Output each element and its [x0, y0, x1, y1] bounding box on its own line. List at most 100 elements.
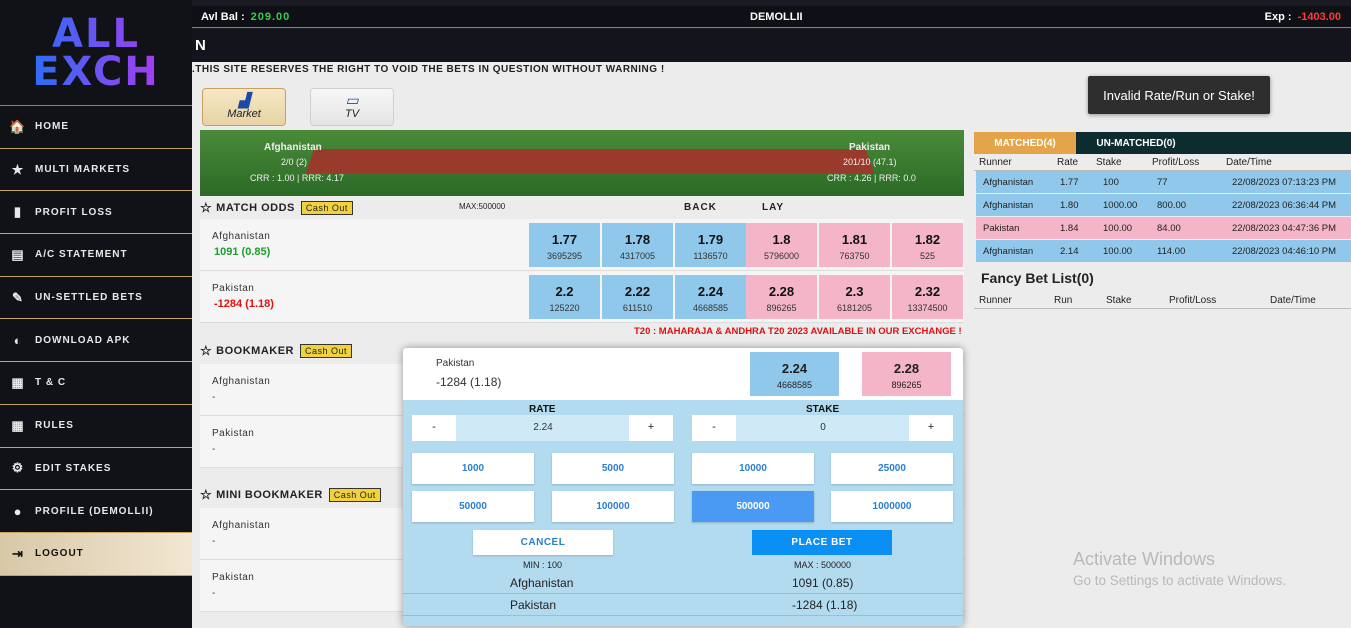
cashout-button[interactable]: Cash Out	[300, 201, 353, 215]
odd-size: 1136570	[693, 251, 728, 261]
slip-back-odd[interactable]: 2.24 4668585	[750, 352, 839, 396]
bet-rate: 1.84	[1060, 223, 1079, 234]
rate-plus-button[interactable]: +	[629, 415, 673, 441]
sidebar-item-profit-loss[interactable]: ▮ PROFIT LOSS	[0, 191, 192, 235]
tab-market[interactable]: ▟ Market	[202, 88, 286, 126]
odd-price: 1.81	[841, 232, 868, 247]
bet-rate: 1.77	[1060, 177, 1079, 188]
available-balance: Avl Bal : 209.00	[201, 11, 290, 23]
odd-price: 2.3	[845, 284, 864, 299]
tab-matched[interactable]: MATCHED(4)	[974, 132, 1076, 154]
bet-time: 22/08/2023 06:36:44 PM	[1232, 200, 1337, 211]
star-icon[interactable]: ☆	[200, 487, 212, 503]
tab-unmatched[interactable]: UN-MATCHED(0)	[1076, 132, 1196, 154]
cancel-button[interactable]: CANCEL	[473, 530, 613, 555]
stake-chip[interactable]: 50000	[412, 491, 534, 522]
team1-run-rate: CRR : 1.00 | RRR: 4.17	[250, 173, 344, 183]
place-bet-button[interactable]: PLACE BET	[752, 530, 892, 555]
rules-icon: ▦	[11, 417, 25, 433]
lay-odd-cell[interactable]: 1.82 525	[892, 223, 963, 267]
cashout-button[interactable]: Cash Out	[328, 488, 381, 502]
summary-row: Pakistan -1284 (1.18)	[403, 594, 963, 616]
bet-stake: 100.00	[1103, 223, 1133, 234]
bet-time: 22/08/2023 07:13:23 PM	[1232, 177, 1337, 188]
column-header: Date/Time	[1270, 295, 1316, 306]
sidebar-item-un-settled-bets[interactable]: ✎ UN-SETTLED BETS	[0, 277, 192, 320]
error-toast: Invalid Rate/Run or Stake!	[1088, 76, 1270, 114]
lay-odd-cell[interactable]: 1.8 5796000	[746, 223, 817, 267]
star-icon[interactable]: ☆	[200, 200, 212, 216]
stake-chip[interactable]: 100000	[552, 491, 674, 522]
rate-label: RATE	[529, 404, 556, 415]
summary-pl: 1091 (0.85)	[792, 576, 854, 590]
runner-name: Pakistan	[212, 572, 255, 583]
sidebar-item-logout[interactable]: ⇥ LOGOUT	[0, 532, 192, 576]
team1-name: Afghanistan	[264, 142, 322, 153]
stake-chip[interactable]: 25000	[831, 453, 953, 484]
back-label: BACK	[684, 202, 717, 213]
runner-name: Afghanistan	[212, 376, 271, 387]
odd-size: 125220	[549, 303, 580, 313]
bet-pl: 114.00	[1157, 246, 1186, 257]
rate-input[interactable]: 2.24	[457, 415, 629, 441]
lay-odd-cell[interactable]: 2.3 6181205	[819, 275, 890, 319]
odd-size: 5796000	[763, 251, 800, 261]
match-headline: N	[192, 29, 1351, 62]
sidebar-item-rules[interactable]: ▦ RULES	[0, 405, 192, 448]
stake-plus-button[interactable]: +	[909, 415, 953, 441]
stake-chip[interactable]: 10000	[692, 453, 814, 484]
back-odd-cell[interactable]: 2.24 4668585	[675, 275, 746, 319]
bet-stake: 100	[1103, 177, 1119, 188]
back-odd-cell[interactable]: 1.78 4317005	[602, 223, 673, 267]
slip-back-price: 2.24	[781, 361, 808, 376]
runner-profit-loss: -	[212, 536, 216, 547]
rate-minus-button[interactable]: -	[412, 415, 456, 441]
cashout-button[interactable]: Cash Out	[300, 344, 353, 358]
sidebar-item-multi-markets[interactable]: ★ MULTI MARKETS	[0, 149, 192, 192]
username[interactable]: DEMOLLII	[750, 11, 803, 23]
stake-chip[interactable]: 1000	[412, 453, 534, 484]
sidebar-item-label: MULTI MARKETS	[35, 164, 131, 176]
back-odd-cell[interactable]: 1.77 3695295	[529, 223, 600, 267]
sidebar-item-download-apk[interactable]: ◐ DOWNLOAD APK	[0, 319, 192, 363]
lay-odd-cell[interactable]: 1.81 763750	[819, 223, 890, 267]
sidebar-item-home[interactable]: 🏠 HOME	[0, 106, 192, 149]
team1-score: 2/0 (2)	[281, 157, 308, 167]
summary-row: Afghanistan 1091 (0.85)	[403, 572, 963, 594]
tab-tv[interactable]: ▭ TV	[310, 88, 394, 126]
back-odd-cell[interactable]: 2.2 125220	[529, 275, 600, 319]
sidebar-item-t-c[interactable]: ▦ T & C	[0, 362, 192, 405]
multi-markets-icon: ★	[11, 161, 25, 177]
runner-name: Afghanistan	[212, 520, 271, 531]
lay-odd-cell[interactable]: 2.28 896265	[746, 275, 817, 319]
mini-bookmaker-header: ☆ MINI BOOKMAKER Cash Out	[200, 484, 381, 506]
sidebar-item-a-c-statement[interactable]: ▤ A/C STATEMENT	[0, 234, 192, 277]
stake-chip[interactable]: 500000	[692, 491, 814, 522]
stake-input[interactable]: 0	[737, 415, 909, 441]
tab-tv-label: TV	[344, 108, 360, 120]
back-odd-cell[interactable]: 2.22 611510	[602, 275, 673, 319]
slip-lay-odd[interactable]: 2.28 896265	[862, 352, 951, 396]
team2-score: 201/10 (47.1)	[843, 157, 897, 167]
column-header: Date/Time	[1226, 157, 1272, 168]
star-icon[interactable]: ☆	[200, 343, 212, 359]
sidebar-item-edit-stakes[interactable]: ⚙ EDIT STAKES	[0, 448, 192, 491]
column-header: Stake	[1106, 295, 1132, 306]
stake-chip[interactable]: 5000	[552, 453, 674, 484]
rate-stepper: - 2.24 +	[412, 415, 673, 441]
exp-value: -1403.00	[1297, 11, 1341, 23]
stake-chip[interactable]: 1000000	[831, 491, 953, 522]
bet-runner: Afghanistan	[983, 200, 1034, 211]
lay-label: LAY	[762, 202, 785, 213]
odd-price: 2.24	[697, 284, 724, 299]
bal-value: 209.00	[250, 11, 291, 23]
logo[interactable]: ALL EXCH	[0, 0, 192, 106]
lay-odd-cell[interactable]: 2.32 13374500	[892, 275, 963, 319]
watermark-line1: Activate Windows	[1073, 549, 1216, 569]
back-odd-cell[interactable]: 1.79 1136570	[675, 223, 746, 267]
stake-minus-button[interactable]: -	[692, 415, 736, 441]
bet-pl: 800.00	[1157, 200, 1187, 211]
sidebar-item-profile-demollii[interactable]: ● PROFILE (DEMOLLII)	[0, 490, 192, 533]
bet-slip: Pakistan -1284 (1.18) 2.24 4668585 2.28 …	[403, 348, 963, 626]
sidebar-item-label: UN-SETTLED BETS	[35, 292, 143, 304]
